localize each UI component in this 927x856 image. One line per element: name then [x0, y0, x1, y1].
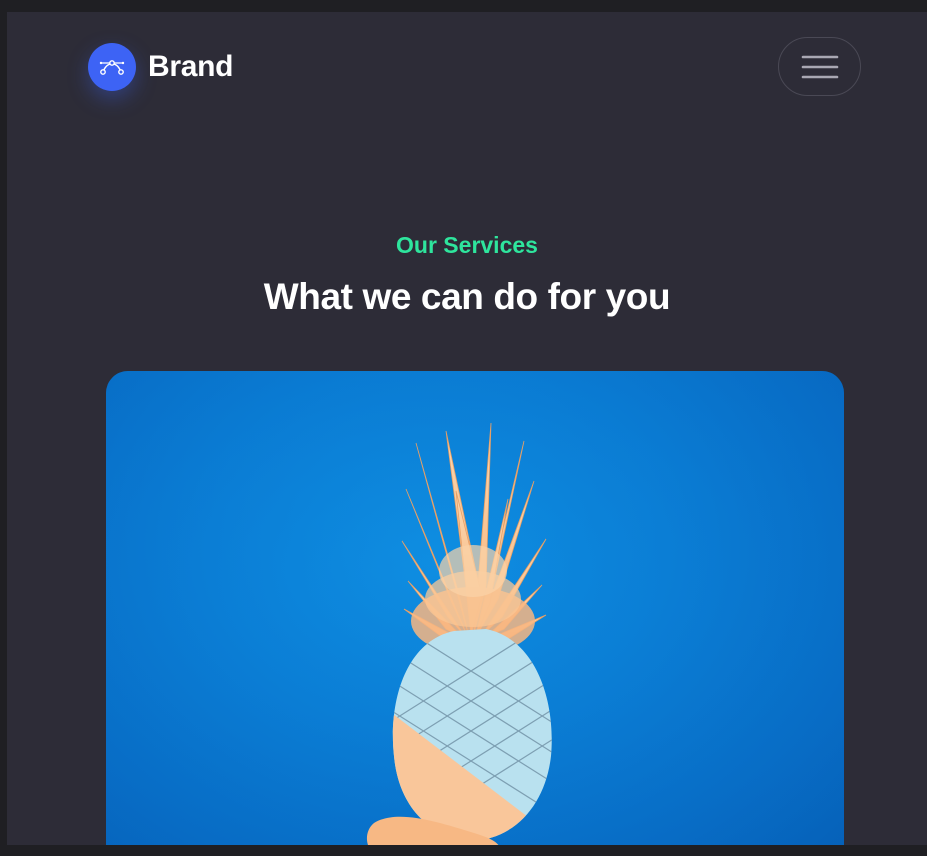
section-title: What we can do for you — [263, 276, 671, 317]
hamburger-menu-icon — [801, 55, 838, 78]
navbar: Brand — [7, 12, 927, 124]
menu-toggle-button[interactable] — [778, 37, 861, 96]
brand-name: Brand — [148, 50, 234, 83]
pineapple-image — [106, 371, 844, 845]
brand-link[interactable]: Brand — [88, 43, 233, 91]
page-frame: Brand Our Services What we can do for yo… — [7, 12, 927, 845]
bezier-curve-icon — [88, 43, 136, 91]
section-eyebrow: Our Services — [396, 232, 538, 258]
